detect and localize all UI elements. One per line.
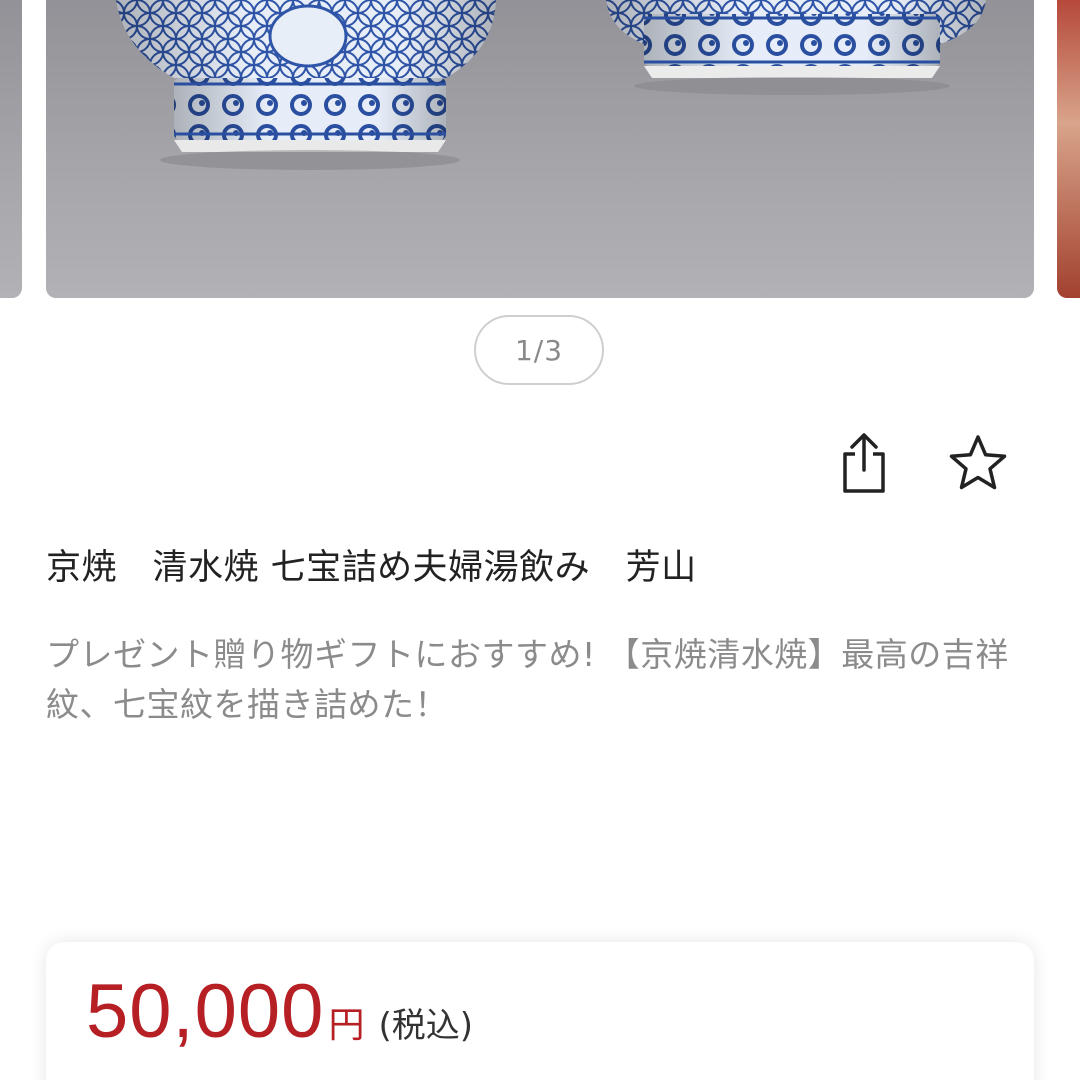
product-description: プレゼント贈り物ギフトにおすすめ! 【京焼清水焼】最高の吉祥紋、七宝紋を描き詰め… [46, 635, 1009, 724]
price-currency: 円 [328, 1005, 365, 1046]
price-row: 50,000 円 (税込) [86, 970, 473, 1054]
price-amount: 50,000 [86, 969, 325, 1054]
favorite-button[interactable] [946, 428, 1010, 498]
carousel-page-indicator: 1/3 [474, 315, 604, 385]
product-page: 1/3 京焼 清水焼 七宝詰め夫婦湯飲み 芳山 プレゼント贈り物ギフトにおすすめ… [0, 0, 1080, 1080]
image-carousel[interactable] [0, 0, 1080, 300]
left-cup [116, 0, 496, 170]
product-title: 京焼 清水焼 七宝詰め夫婦湯飲み 芳山 [46, 548, 697, 588]
star-outline-icon [949, 435, 1007, 490]
right-cup [606, 0, 986, 95]
product-photo [116, 0, 986, 170]
carousel-previous-slide[interactable] [0, 0, 22, 298]
price-tax-note: (税込) [378, 1006, 473, 1046]
share-icon [843, 433, 885, 493]
price-card: 50,000 円 (税込) [46, 942, 1034, 1080]
carousel-next-slide[interactable] [1057, 0, 1080, 298]
share-button[interactable] [832, 428, 896, 498]
carousel-current-slide[interactable] [46, 0, 1034, 298]
